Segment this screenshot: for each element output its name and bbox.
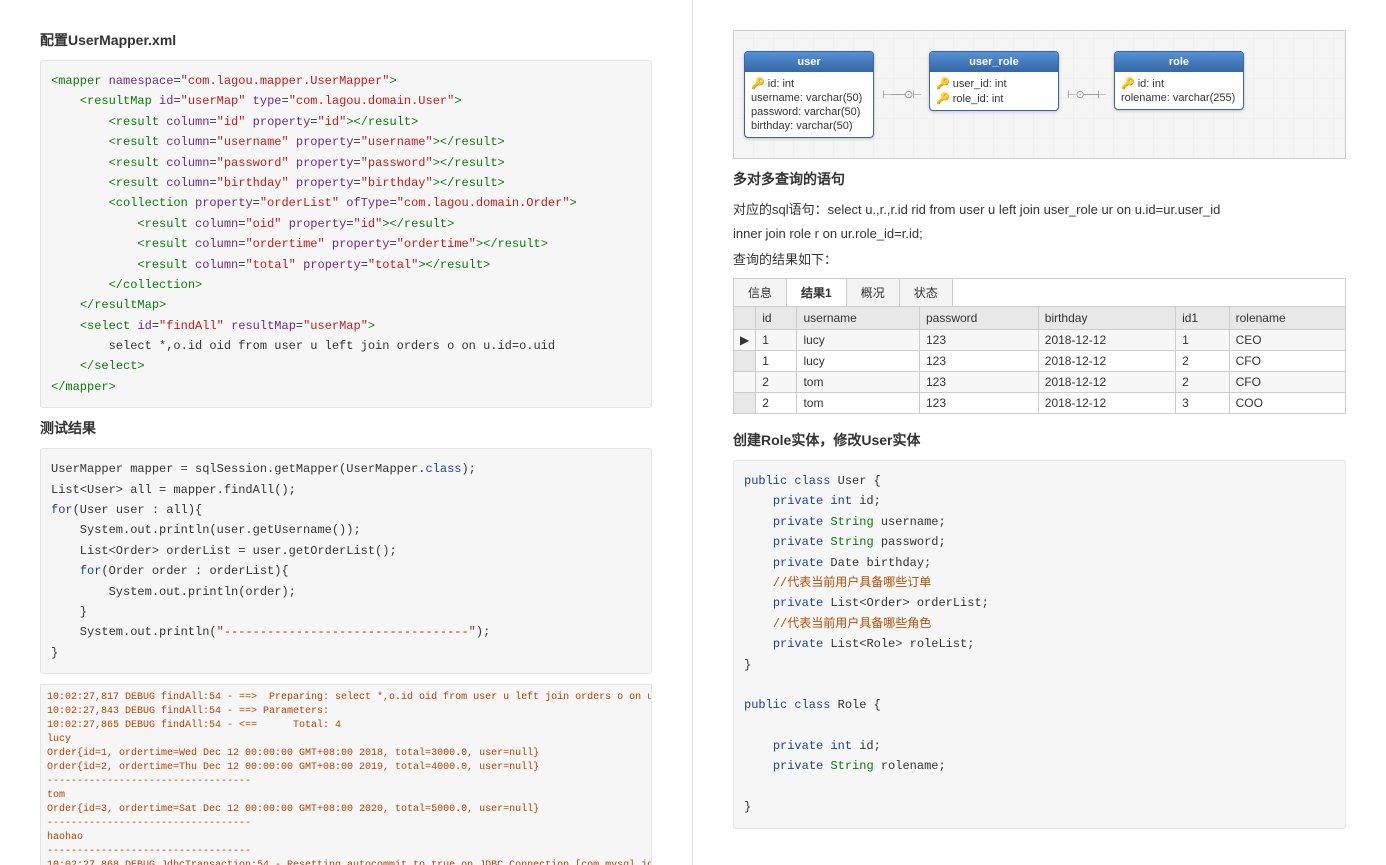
heading-config: 配置UserMapper.xml: [40, 30, 652, 50]
key-icon: 🔑: [936, 78, 950, 90]
key-icon: 🔑: [936, 93, 950, 105]
heading-test: 测试结果: [40, 418, 652, 438]
connector-icon: ⊢⊙──⊢: [1067, 88, 1106, 101]
sql-text-1: 对应的sql语句：select u.,r.,r.id rid from user…: [733, 199, 1346, 218]
er-diagram: user 🔑 id: int username: varchar(50) pas…: [733, 30, 1346, 159]
result-tabs: 信息 结果1 概况 状态: [733, 278, 1346, 306]
key-icon: 🔑: [751, 78, 765, 90]
connector-icon: ⊢──⊙⊢: [882, 88, 921, 101]
entity-user: user 🔑 id: int username: varchar(50) pas…: [744, 51, 874, 138]
sql-text-2: inner join role r on ur.role_id=r.id;: [733, 226, 1346, 241]
right-column: user 🔑 id: int username: varchar(50) pas…: [693, 0, 1386, 865]
table-row[interactable]: 2tom1232018-12-123COO: [734, 393, 1346, 414]
key-icon: 🔑: [1121, 78, 1135, 90]
heading-entities: 创建Role实体，修改User实体: [733, 430, 1346, 450]
entity-user-role: user_role 🔑 user_id: int 🔑 role_id: int: [929, 51, 1059, 111]
left-column: 配置UserMapper.xml <mapper namespace="com.…: [0, 0, 693, 865]
table-row[interactable]: ▶1lucy1232018-12-121CEO: [734, 330, 1346, 351]
java-entity-code: public class User { private int id; priv…: [733, 460, 1346, 829]
tab-result1[interactable]: 结果1: [787, 279, 847, 306]
tab-status[interactable]: 状态: [900, 279, 953, 306]
result-table: id username password birthday id1 rolena…: [733, 306, 1346, 414]
xml-code-block: <mapper namespace="com.lagou.mapper.User…: [40, 60, 652, 408]
result-label: 查询的结果如下：: [733, 249, 1346, 268]
table-row[interactable]: 1lucy1232018-12-122CFO: [734, 351, 1346, 372]
heading-m2m-sql: 多对多查询的语句: [733, 169, 1346, 189]
entity-role: role 🔑 id: int rolename: varchar(255): [1114, 51, 1244, 110]
tab-info[interactable]: 信息: [734, 279, 787, 306]
table-row[interactable]: 2tom1232018-12-122CFO: [734, 372, 1346, 393]
java-code-block: UserMapper mapper = sqlSession.getMapper…: [40, 448, 652, 674]
console-output: 10:02:27,817 DEBUG findAll:54 - ==> Prep…: [40, 684, 652, 865]
tab-profile[interactable]: 概况: [847, 279, 900, 306]
